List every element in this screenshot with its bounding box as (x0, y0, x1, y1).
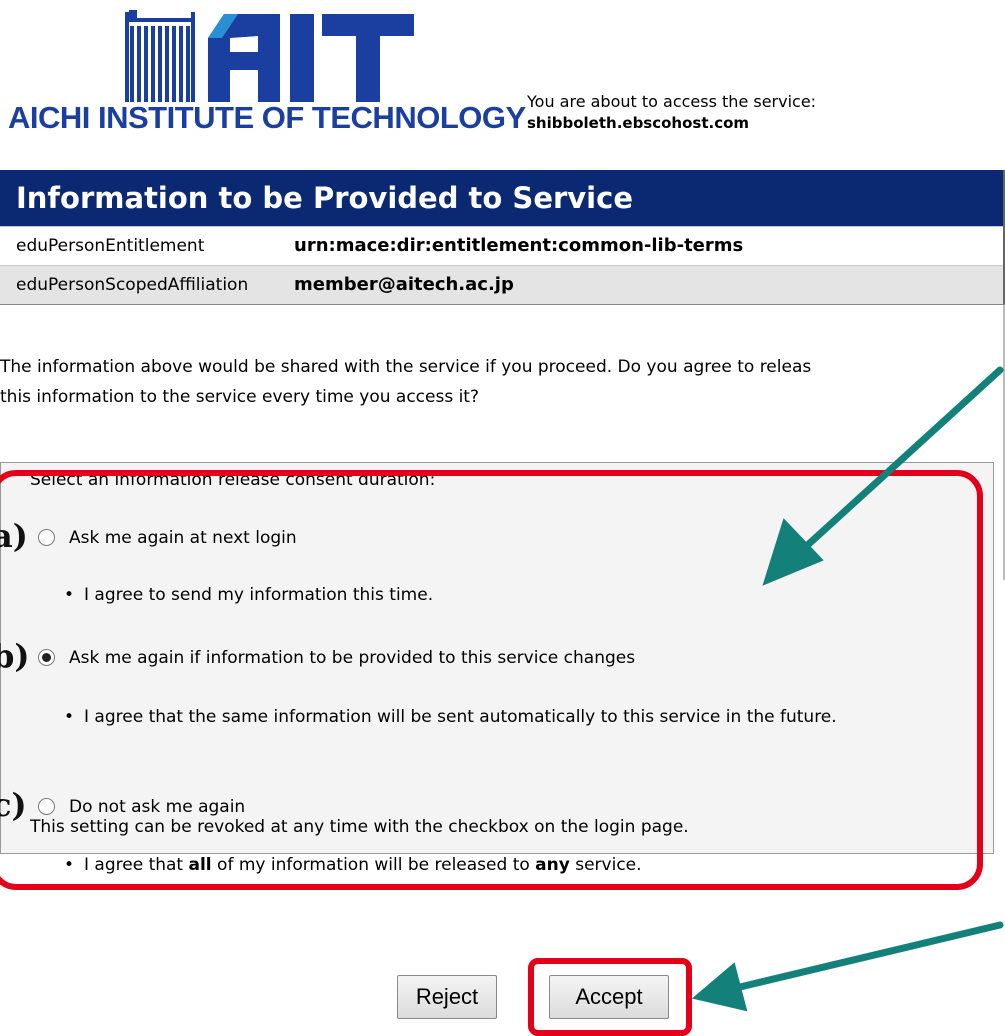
attribute-value: member@aitech.ac.jp (294, 274, 514, 295)
attribute-table-header: Information to be Provided to Service (0, 170, 1005, 226)
attribute-value: urn:mace:dir:entitlement:common-lib-term… (294, 235, 744, 256)
attribute-name: eduPersonScopedAffiliation (16, 275, 249, 295)
highlight-options-box (0, 470, 983, 890)
consent-question-line1: The information above would be shared wi… (0, 357, 812, 377)
consent-question: The information above would be shared wi… (0, 352, 1005, 412)
reject-button[interactable]: Reject (397, 975, 497, 1019)
attribute-row: eduPersonEntitlement urn:mace:dir:entitl… (0, 226, 1005, 265)
ait-logo-mark (125, 10, 414, 102)
logo-caption: AICHI INSTITUTE OF TECHNOLOGY (8, 100, 526, 135)
attribute-table: Information to be Provided to Service ed… (0, 170, 1005, 305)
attribute-name: eduPersonEntitlement (16, 236, 205, 256)
arrow-to-accept (691, 921, 1004, 1012)
service-name: shibboleth.ebscohost.com (527, 114, 750, 132)
attribute-row: eduPersonScopedAffiliation member@aitech… (0, 265, 1005, 304)
highlight-accept-box (528, 958, 692, 1036)
ait-logo: AICHI INSTITUTE OF TECHNOLOGY (0, 0, 530, 140)
consent-question-line2: this information to the service every ti… (0, 387, 479, 407)
service-intro-text: You are about to access the service: (527, 92, 817, 111)
